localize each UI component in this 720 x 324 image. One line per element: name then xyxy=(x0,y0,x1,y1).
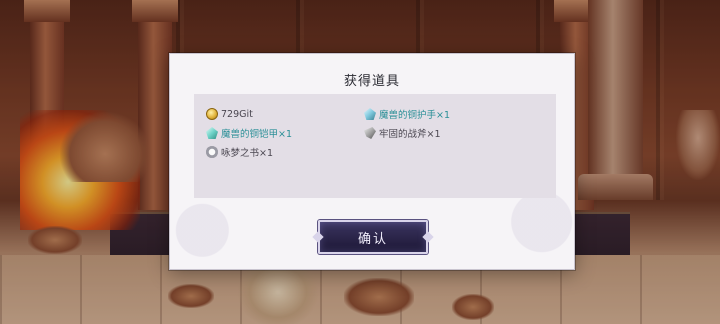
confirm-button[interactable]: 确认 xyxy=(318,220,428,254)
reward-dialog: 获得道具 729Git 魔兽的铜护手×1 魔兽的铜铠甲×1 牢固的战斧×1 咏梦… xyxy=(169,53,575,270)
reward-item-armor: 魔兽的铜铠甲×1 xyxy=(206,125,292,141)
axe-icon xyxy=(364,127,376,139)
dialog-title: 获得道具 xyxy=(343,74,400,89)
gold-coin-icon xyxy=(206,108,218,120)
book-icon xyxy=(206,146,218,158)
reward-item-label: 牢固的战斧×1 xyxy=(379,129,441,140)
reward-item-gauntlet: 魔兽的铜护手×1 xyxy=(364,106,450,122)
reward-item-gold: 729Git xyxy=(206,106,253,122)
reward-item-label: 魔兽的铜铠甲×1 xyxy=(221,129,293,140)
reward-item-label: 魔兽的铜护手×1 xyxy=(379,110,451,121)
green-gem-icon xyxy=(206,127,218,139)
reward-item-label: 729Git xyxy=(221,108,253,120)
reward-item-book: 咏梦之书×1 xyxy=(206,144,273,160)
reward-item-label: 咏梦之书×1 xyxy=(221,148,274,159)
green-gem-icon xyxy=(364,108,376,120)
reward-item-axe: 牢固的战斧×1 xyxy=(364,125,441,141)
reward-items-panel: 729Git 魔兽的铜护手×1 魔兽的铜铠甲×1 牢固的战斧×1 咏梦之书×1 xyxy=(194,94,556,198)
